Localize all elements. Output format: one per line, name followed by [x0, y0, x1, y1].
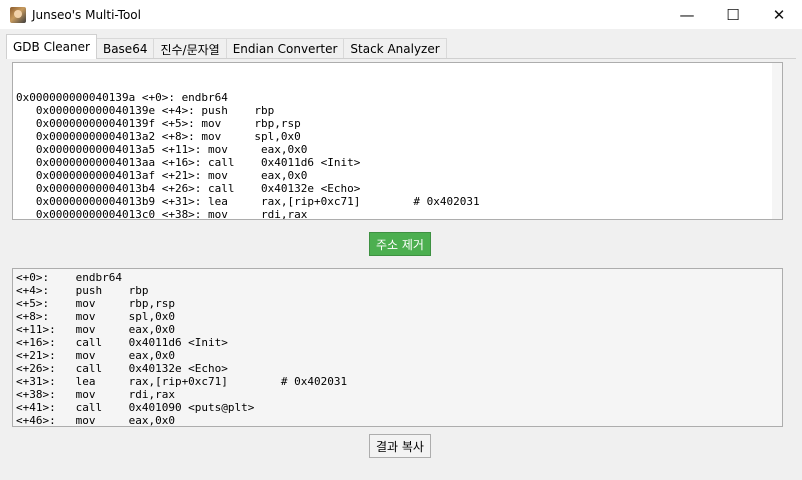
code-line: 0x00000000004013a2 <+8>: mov spl,0x0: [16, 130, 301, 143]
tab-endian-converter[interactable]: Endian Converter: [225, 38, 345, 59]
copy-result-button[interactable]: 결과 복사: [369, 434, 431, 458]
code-line: 0x00000000004013b4 <+26>: call 0x40132e …: [16, 182, 361, 195]
title-bar: Junseo's Multi-Tool — ☐ ✕: [0, 0, 802, 29]
close-icon[interactable]: ✕: [756, 0, 802, 29]
input-scrollbar[interactable]: [772, 63, 782, 219]
maximize-icon[interactable]: ☐: [710, 0, 756, 29]
code-line: 0x000000000040139e <+4>: push rbp: [16, 104, 275, 117]
window-controls: — ☐ ✕: [664, 0, 802, 29]
code-line: 0x00000000004013aa <+16>: call 0x4011d6 …: [16, 156, 361, 169]
app-icon: [10, 6, 26, 23]
code-line: 0x00000000004013af <+21>: mov eax,0x0: [16, 169, 308, 182]
code-line: <+4>: push rbp: [16, 284, 149, 297]
code-line: <+41>: call 0x401090 <puts@plt>: [16, 401, 255, 414]
code-line: <+38>: mov rdi,rax: [16, 388, 175, 401]
remove-address-button[interactable]: 주소 제거: [369, 232, 431, 256]
code-line: 0x00000000004013b9 <+31>: lea rax,[rip+0…: [16, 195, 480, 208]
code-line: <+0>: endbr64: [16, 271, 122, 284]
tab-stack-analyzer[interactable]: Stack Analyzer: [343, 38, 447, 59]
tab-strip: GDB Cleaner Base64 진수/문자열 Endian Convert…: [6, 34, 447, 59]
result-output-textarea[interactable]: <+0>: endbr64 <+4>: push rbp <+5>: mov rbp…: [12, 268, 783, 427]
code-line: 0x00000000004013a5 <+11>: mov eax,0x0: [16, 143, 308, 156]
code-line: <+26>: call 0x40132e <Echo>: [16, 362, 228, 375]
code-line: <+16>: call 0x4011d6 <Init>: [16, 336, 228, 349]
tab-gdb-cleaner[interactable]: GDB Cleaner: [6, 34, 97, 59]
code-line: <+11>: mov eax,0x0: [16, 323, 175, 336]
tab-base64[interactable]: Base64: [95, 38, 155, 59]
minimize-icon[interactable]: —: [664, 0, 710, 29]
code-line: 0x000000000040139a <+0>: endbr64: [16, 91, 228, 104]
tab-radix-string[interactable]: 진수/문자열: [153, 38, 227, 59]
code-line: <+21>: mov eax,0x0: [16, 349, 175, 362]
gdb-input-textarea[interactable]: 0x000000000040139a <+0>: endbr64 0x00000…: [12, 62, 783, 220]
code-line: 0x000000000040139f <+5>: mov rbp,rsp: [16, 117, 301, 130]
code-line: 0x00000000004013c0 <+38>: mov rdi,rax: [16, 208, 308, 220]
code-line: <+8>: mov spl,0x0: [16, 310, 175, 323]
window-title: Junseo's Multi-Tool: [32, 7, 141, 22]
code-line: <+5>: mov rbp,rsp: [16, 297, 175, 310]
code-line: <+46>: mov eax,0x0: [16, 414, 175, 427]
code-line: <+31>: lea rax,[rip+0xc71] # 0x402031: [16, 375, 348, 388]
